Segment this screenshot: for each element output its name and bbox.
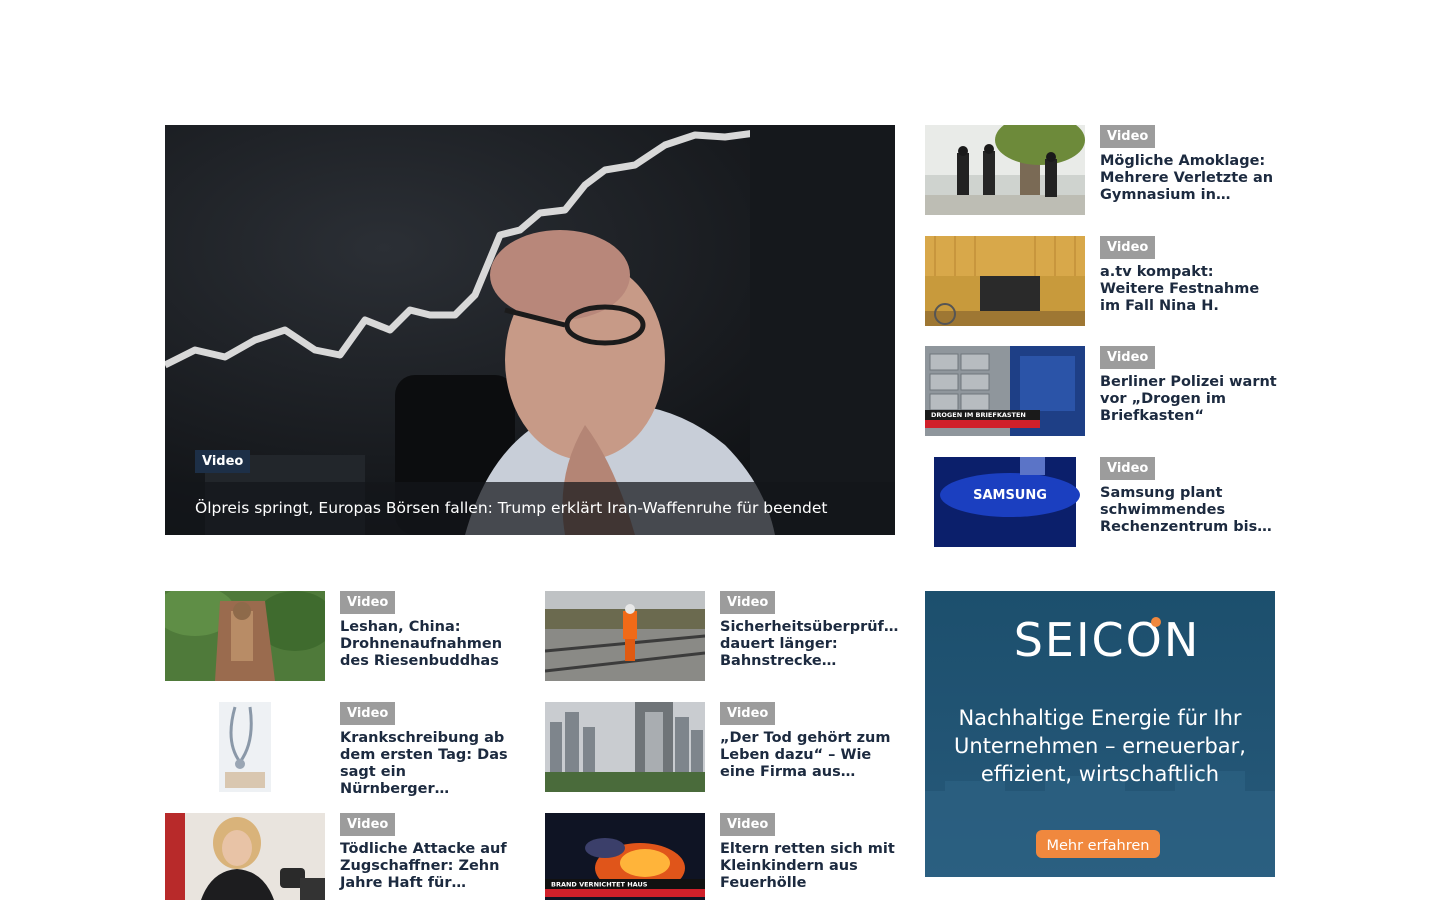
article-title[interactable]: Samsung plant schwimmendes Rechenzentrum… xyxy=(1100,485,1278,536)
article-title[interactable]: a.tv kompakt: Weitere Festnahme im Fall … xyxy=(1100,264,1278,315)
grid-item[interactable]: Video Tödliche Attacke auf Zugschaffner:… xyxy=(165,813,515,900)
video-badge: Video xyxy=(1100,457,1156,480)
grid-item[interactable]: BRAND VERNICHTET HAUS Video Eltern rette… xyxy=(545,813,895,900)
ad-line-2: Unternehmen – erneuerbar, xyxy=(954,734,1246,758)
video-badge: Video xyxy=(1100,346,1156,369)
advertisement-banner[interactable]: SEICON Nachhaltige Energie für Ihr Unter… xyxy=(925,591,1275,877)
video-badge: Video xyxy=(720,813,776,836)
samsung-logo: SAMSUNG xyxy=(973,488,1047,503)
grid-item[interactable]: Video Krankschreibung ab dem ersten Tag:… xyxy=(165,702,515,797)
thumbnail-image xyxy=(165,591,325,681)
thumbnail-image xyxy=(925,236,1085,326)
ad-graphic: SEICON Nachhaltige Energie für Ihr Unter… xyxy=(925,591,1275,877)
hero-article[interactable] xyxy=(165,125,895,535)
thumbnail-image xyxy=(165,813,325,900)
grid-item[interactable]: Video „Der Tod gehört zum Leben dazu“ – … xyxy=(545,702,895,792)
article-title[interactable]: „Der Tod gehört zum Leben dazu“ – Wie ei… xyxy=(720,730,898,781)
thumbnail-image xyxy=(545,591,705,681)
video-badge: Video xyxy=(1100,125,1156,148)
video-badge: Video xyxy=(195,450,251,473)
thumbnail-caption: BRAND VERNICHTET HAUS xyxy=(551,881,648,889)
sidebar-item[interactable]: SAMSUNG Video Samsung plant schwimmendes… xyxy=(925,457,1275,547)
ad-cta-label[interactable]: Mehr erfahren xyxy=(1046,838,1149,854)
video-badge: Video xyxy=(340,702,396,725)
thumbnail-image xyxy=(165,702,325,792)
article-title[interactable]: Berliner Polizei warnt vor „Drogen im Br… xyxy=(1100,374,1278,425)
video-badge: Video xyxy=(1100,236,1156,259)
ad-line-1: Nachhaltige Energie für Ihr xyxy=(958,706,1241,730)
hero-title[interactable]: Ölpreis springt, Europas Börsen fallen: … xyxy=(195,499,827,517)
grid-item[interactable]: Video Sicherheitsüberprüf… dauert länger… xyxy=(545,591,898,681)
sidebar-item[interactable]: DROGEN IM BRIEFKASTEN Video Berliner Pol… xyxy=(925,346,1278,436)
video-badge: Video xyxy=(720,591,776,614)
sidebar-item[interactable]: Video a.tv kompakt: Weitere Festnahme im… xyxy=(925,236,1275,326)
thumbnail-image: SAMSUNG xyxy=(925,457,1085,547)
article-title[interactable]: Leshan, China: Drohnenaufnahmen des Ries… xyxy=(340,619,518,670)
thumbnail-image xyxy=(545,702,705,792)
video-badge: Video xyxy=(720,702,776,725)
hero-image xyxy=(165,125,895,535)
article-title[interactable]: Sicherheitsüberprüf… dauert länger: Bahn… xyxy=(720,619,898,670)
article-title[interactable]: Eltern retten sich mit Kleinkindern aus … xyxy=(720,841,898,892)
article-title[interactable]: Krankschreibung ab dem ersten Tag: Das s… xyxy=(340,730,518,798)
thumbnail-image: BRAND VERNICHTET HAUS xyxy=(545,813,705,900)
sidebar-item[interactable]: Video Mögliche Amoklage: Mehrere Verletz… xyxy=(925,125,1275,215)
power-icon xyxy=(1151,617,1161,627)
thumbnail-image: DROGEN IM BRIEFKASTEN xyxy=(925,346,1085,436)
grid-item[interactable]: Video Leshan, China: Drohnenaufnahmen de… xyxy=(165,591,515,681)
video-badge: Video xyxy=(340,813,396,836)
article-title[interactable]: Tödliche Attacke auf Zugschaffner: Zehn … xyxy=(340,841,518,892)
hero-badge-wrap: Video xyxy=(195,450,251,473)
thumbnail-caption: DROGEN IM BRIEFKASTEN xyxy=(931,411,1026,419)
ad-line-3: effizient, wirtschaftlich xyxy=(981,762,1219,786)
video-badge: Video xyxy=(340,591,396,614)
ad-brand: SEICON xyxy=(1014,613,1201,667)
thumbnail-image xyxy=(925,125,1085,215)
article-title[interactable]: Mögliche Amoklage: Mehrere Verletzte an … xyxy=(1100,153,1278,204)
